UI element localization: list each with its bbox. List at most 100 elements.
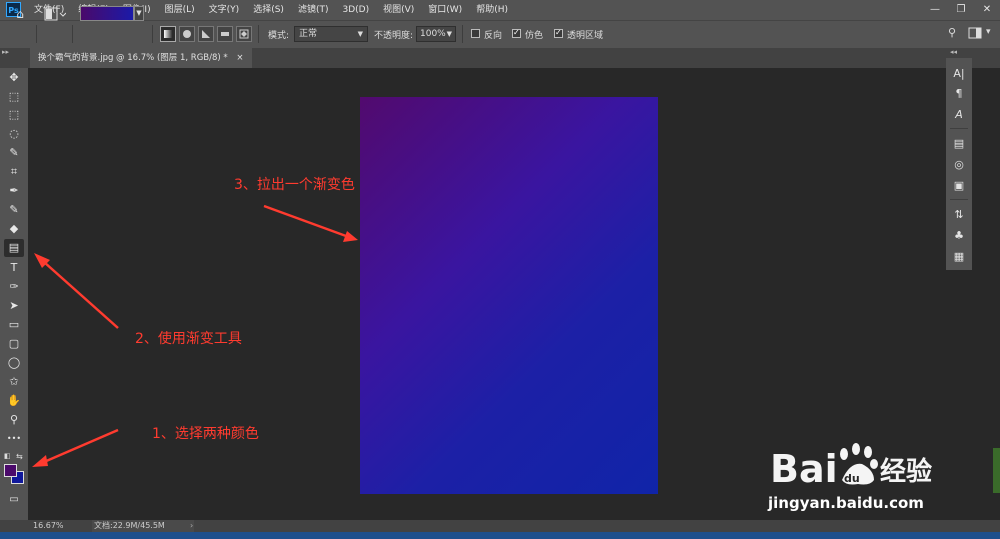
quick-select-tool-icon[interactable]: ✎: [4, 144, 24, 162]
gradient-tool-icon[interactable]: ▤: [4, 239, 24, 257]
document-size-text: 文档:22.9M/45.5M: [94, 521, 165, 530]
menu-window[interactable]: 窗口(W): [428, 0, 468, 20]
more-tools-icon[interactable]: •••: [4, 430, 24, 448]
menu-help[interactable]: 帮助(H): [476, 0, 514, 20]
linear-gradient-button[interactable]: [160, 26, 176, 42]
angle-gradient-button[interactable]: [198, 26, 214, 42]
document-canvas[interactable]: [360, 97, 658, 494]
divider: [152, 25, 153, 43]
opacity-value: 100%: [420, 29, 446, 39]
tool-preset-icon: [44, 7, 67, 21]
eraser-tool-icon[interactable]: ◆: [4, 220, 24, 238]
annotation-step1: 1、选择两种颜色: [152, 426, 259, 442]
pen-tool-icon[interactable]: ✑: [4, 278, 24, 296]
opacity-label: 不透明度:: [374, 31, 414, 41]
annotation-arrow-step1: [32, 428, 119, 467]
character-panel-icon[interactable]: A|: [949, 65, 969, 83]
screen-mode-icon[interactable]: ▭: [4, 491, 24, 509]
rectangle-tool-icon[interactable]: ▭: [4, 316, 24, 334]
zoom-tool-icon[interactable]: ⚲: [4, 411, 24, 429]
reverse-label: 反向: [484, 31, 503, 41]
reverse-checkbox[interactable]: [471, 29, 480, 38]
document-title: 换个霸气的背景.jpg @ 16.7% (图层 1, RGB/8) *: [38, 53, 228, 63]
minimize-button[interactable]: —: [922, 0, 948, 20]
artboard-tool-icon[interactable]: ⬚: [4, 88, 24, 106]
divider: [950, 199, 968, 200]
document-size-status[interactable]: 文档:22.9M/45.5M: [92, 520, 194, 532]
lasso-tool-icon[interactable]: ◌: [4, 125, 24, 143]
chevron-down-icon[interactable]: ▾: [986, 27, 991, 37]
close-button[interactable]: ✕: [974, 0, 1000, 20]
swap-colors-icon[interactable]: ⇆: [16, 452, 23, 461]
document-tab[interactable]: 换个霸气的背景.jpg @ 16.7% (图层 1, RGB/8) * ×: [30, 48, 252, 68]
menu-3d[interactable]: 3D(D): [342, 0, 375, 20]
diamond-gradient-icon: [239, 29, 249, 39]
gradient-preview[interactable]: [80, 6, 134, 21]
color-panel-icon[interactable]: ♣: [949, 227, 969, 245]
dither-checkbox[interactable]: [512, 28, 521, 38]
dither-label: 仿色: [525, 31, 544, 41]
menu-filter[interactable]: 滤镜(T): [298, 0, 335, 20]
default-colors-icon[interactable]: ◧: [4, 452, 11, 460]
mode-select[interactable]: 正常 ▼: [294, 26, 368, 42]
divider: [36, 25, 37, 43]
workspace-button[interactable]: [968, 26, 982, 40]
annotation-step3: 3、拉出一个渐变色: [234, 177, 355, 193]
adjustments-panel-icon[interactable]: ▣: [949, 177, 969, 195]
svg-text:经验: 经验: [880, 456, 932, 487]
divider: [258, 25, 259, 43]
menu-view[interactable]: 视图(V): [383, 0, 420, 20]
layers-grid-panel-icon[interactable]: ▦: [949, 248, 969, 266]
transparency-checkbox[interactable]: [554, 28, 563, 38]
chevron-down-icon[interactable]: ▼: [134, 6, 144, 21]
ellipse-tool-icon[interactable]: ◯: [4, 354, 24, 372]
annotation-arrow-step3: [263, 204, 358, 242]
eyedropper-tool-icon[interactable]: ✒: [4, 182, 24, 200]
radial-gradient-icon: [183, 30, 191, 38]
close-icon[interactable]: ×: [236, 53, 243, 63]
search-icon[interactable]: ⚲: [948, 26, 962, 40]
reflected-gradient-icon: [221, 32, 229, 36]
swatches-panel-icon[interactable]: ⇅: [949, 206, 969, 224]
home-icon[interactable]: ⌂: [12, 6, 28, 22]
mode-value: 正常: [299, 29, 318, 39]
transparency-label: 透明区域: [567, 31, 604, 41]
custom-shape-tool-icon[interactable]: ✩: [4, 373, 24, 391]
chevron-down-icon: ▼: [446, 30, 452, 38]
marquee-tool-icon[interactable]: ⬚: [4, 106, 24, 124]
divider: [950, 128, 968, 129]
zoom-level[interactable]: 16.67%: [33, 520, 64, 532]
diamond-gradient-button[interactable]: [236, 26, 252, 42]
mode-label: 模式:: [268, 31, 290, 41]
path-select-tool-icon[interactable]: ➤: [4, 297, 24, 315]
move-tool-icon[interactable]: ✥: [4, 69, 24, 87]
taskbar: [0, 532, 1000, 539]
menu-select[interactable]: 选择(S): [253, 0, 290, 20]
brush-tool-icon[interactable]: ✎: [4, 201, 24, 219]
collapse-icon[interactable]: ▸▸: [2, 48, 24, 58]
svg-text:du: du: [844, 472, 860, 485]
crop-tool-icon[interactable]: ⌗: [4, 163, 24, 181]
rounded-rect-tool-icon[interactable]: ▢: [4, 335, 24, 353]
expand-panels-icon[interactable]: ◂◂: [950, 48, 957, 56]
restore-button[interactable]: ❐: [948, 0, 974, 20]
window-controls: — ❐ ✕: [922, 0, 1000, 20]
menu-type[interactable]: 文字(Y): [209, 0, 246, 20]
reflected-gradient-button[interactable]: [217, 26, 233, 42]
libraries-panel-icon[interactable]: ◎: [949, 156, 969, 174]
opacity-input[interactable]: 100% ▼: [416, 26, 456, 42]
radial-gradient-button[interactable]: [179, 26, 195, 42]
paragraph-panel-icon[interactable]: ¶: [949, 85, 969, 103]
angle-gradient-icon: [202, 30, 210, 38]
annotation-step2: 2、使用渐变工具: [135, 331, 242, 347]
chevron-right-icon[interactable]: ›: [190, 520, 193, 532]
type-tool-icon[interactable]: T: [4, 259, 24, 277]
properties-panel-icon[interactable]: ▤: [949, 135, 969, 153]
svg-text:Bai: Bai: [770, 447, 838, 490]
glyphs-panel-icon[interactable]: A: [949, 106, 969, 124]
tool-preset-button[interactable]: [44, 7, 67, 21]
menu-layer[interactable]: 图层(L): [165, 0, 201, 20]
foreground-color-swatch[interactable]: [4, 464, 17, 477]
hand-tool-icon[interactable]: ✋: [4, 392, 24, 410]
chevron-down-icon: ▼: [357, 30, 363, 38]
